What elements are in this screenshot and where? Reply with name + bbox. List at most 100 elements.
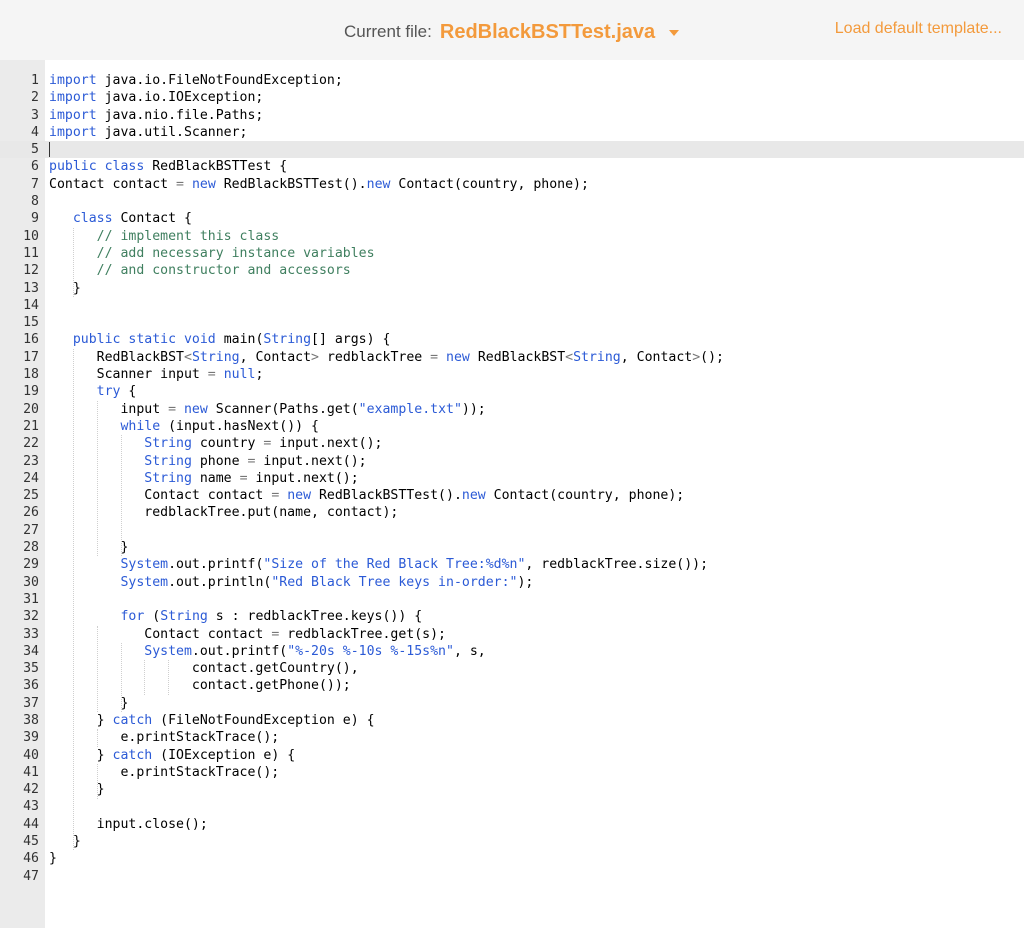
code-token: catch [112,747,161,763]
line-number: 29 [23,557,39,573]
code-line[interactable]: 28 } [0,539,1024,556]
code-line[interactable]: 9 class Contact { [0,210,1024,227]
code-line[interactable]: 23 String phone = input.next(); [0,453,1024,470]
code-line[interactable]: 20 input = new Scanner(Paths.get("exampl… [0,401,1024,418]
line-number: 18 [23,367,39,383]
code-token: contact.getPhone()); [49,678,351,694]
code-line[interactable]: 45 } [0,833,1024,850]
code-line[interactable]: 14 [0,297,1024,314]
code-line[interactable]: 19 try { [0,383,1024,400]
code-token: = [271,626,288,642]
line-number: 30 [23,574,39,590]
code-line[interactable]: 17 RedBlackBST<String, Contact> redblack… [0,349,1024,366]
code-area[interactable]: 1 import java.io.FileNotFoundException; 2 i… [0,72,1024,885]
code-line[interactable]: 22 String country = input.next(); [0,435,1024,452]
code-token: String [160,609,216,625]
code-line[interactable]: 16 public static void main(String[] args… [0,331,1024,348]
code-line[interactable]: 6 public class RedBlackBSTTest { [0,158,1024,175]
code-token: Contact { [120,211,192,227]
code-line[interactable]: 41 e.printStackTrace(); [0,764,1024,781]
code-line[interactable]: 10 // implement this class [0,228,1024,245]
line-content [49,141,50,158]
current-file-name[interactable]: RedBlackBSTTest.java [440,21,655,44]
code-line[interactable]: 26 redblackTree.put(name, contact); [0,504,1024,521]
code-token: // add necessary instance variables [96,245,375,261]
code-token: String [263,332,312,348]
code-line[interactable]: 47 [0,868,1024,885]
code-line[interactable]: 40 } catch (IOException e) { [0,747,1024,764]
line-number: 22 [23,436,39,452]
code-line[interactable]: 34 System.out.printf("%-20s %-10s %-15s%… [0,643,1024,660]
line-content: import java.io.IOException; [49,89,263,106]
line-content: // add necessary instance variables [49,245,375,262]
code-line[interactable]: 1 import java.io.FileNotFoundException; [0,72,1024,89]
load-default-template-link[interactable]: Load default template... [835,20,1002,38]
code-line[interactable]: 33 Contact contact = redblackTree.get(s)… [0,626,1024,643]
code-token: String [144,453,200,469]
code-token: System [120,557,169,573]
line-content: RedBlackBST<String, Contact> redblackTre… [49,349,724,366]
code-line[interactable]: 4 import java.util.Scanner; [0,124,1024,141]
code-line[interactable]: 32 for (String s : redblackTree.keys()) … [0,608,1024,625]
indent-guide [96,625,98,713]
line-number: 11 [23,245,39,261]
code-line[interactable]: 46} [0,850,1024,867]
line-number: 20 [23,401,39,417]
indent-guide [72,227,74,297]
code-token: } [49,280,81,296]
code-token: main( [223,332,264,348]
code-line[interactable]: 42 } [0,781,1024,798]
code-token: } [49,695,129,711]
code-line[interactable]: 39 e.printStackTrace(); [0,729,1024,746]
line-number: 42 [23,782,39,798]
code-line[interactable]: 15 [0,314,1024,331]
code-line[interactable]: 43 [0,798,1024,815]
code-line[interactable]: 5 [0,141,1024,159]
code-line[interactable]: 8 [0,193,1024,210]
indent-guide [96,764,98,799]
code-line[interactable]: 30 System.out.println("Red Black Tree ke… [0,574,1024,591]
code-editor[interactable]: 1 import java.io.FileNotFoundException; 2 i… [0,60,1024,928]
line-number: 4 [31,124,39,140]
code-token: Scanner(Paths.get( [215,401,359,417]
line-content: String country = input.next(); [49,435,382,452]
code-line[interactable]: 38 } catch (FileNotFoundException e) { [0,712,1024,729]
code-line[interactable]: 27 [0,522,1024,539]
code-line[interactable]: 11 // add necessary instance variables [0,245,1024,262]
code-line[interactable]: 18 Scanner input = null; [0,366,1024,383]
code-line[interactable]: 2 import java.io.IOException; [0,89,1024,106]
code-token: } [49,747,113,763]
code-token: public class [49,159,153,175]
code-token: java.util.Scanner; [104,124,248,140]
code-line[interactable]: 29 System.out.printf("Size of the Red Bl… [0,556,1024,573]
code-line[interactable]: 12 // and constructor and accessors [0,262,1024,279]
line-number: 8 [31,194,39,210]
current-file-selector[interactable]: Current file: RedBlackBSTTest.java [344,18,680,46]
code-line[interactable]: 37 } [0,695,1024,712]
code-token: // and constructor and accessors [96,263,351,279]
code-line[interactable]: 13 } [0,280,1024,297]
code-token: ); [517,574,534,590]
code-line[interactable]: 36 contact.getPhone()); [0,677,1024,694]
line-number: 14 [23,297,39,313]
code-token: RedBlackBSTTest(). [223,176,367,192]
caret-down-icon[interactable] [669,30,680,36]
line-number: 47 [23,868,39,884]
code-line[interactable]: 21 while (input.hasNext()) { [0,418,1024,435]
line-content: } [49,850,57,867]
code-line[interactable]: 44 input.close(); [0,816,1024,833]
line-content: e.printStackTrace(); [49,729,279,746]
code-line[interactable]: 25 Contact contact = new RedBlackBSTTest… [0,487,1024,504]
code-token: java.io.IOException; [104,90,264,106]
code-line[interactable]: 35 contact.getCountry(), [0,660,1024,677]
code-line[interactable]: 7 Contact contact = new RedBlackBSTTest()… [0,176,1024,193]
code-line[interactable]: 24 String name = input.next(); [0,470,1024,487]
code-token: , s, [453,643,486,659]
code-line[interactable]: 3 import java.nio.file.Paths; [0,107,1024,124]
code-token: } [49,540,129,556]
code-line[interactable]: 31 [0,591,1024,608]
code-token: // implement this class [96,228,280,244]
code-token: e.printStackTrace(); [49,730,280,746]
